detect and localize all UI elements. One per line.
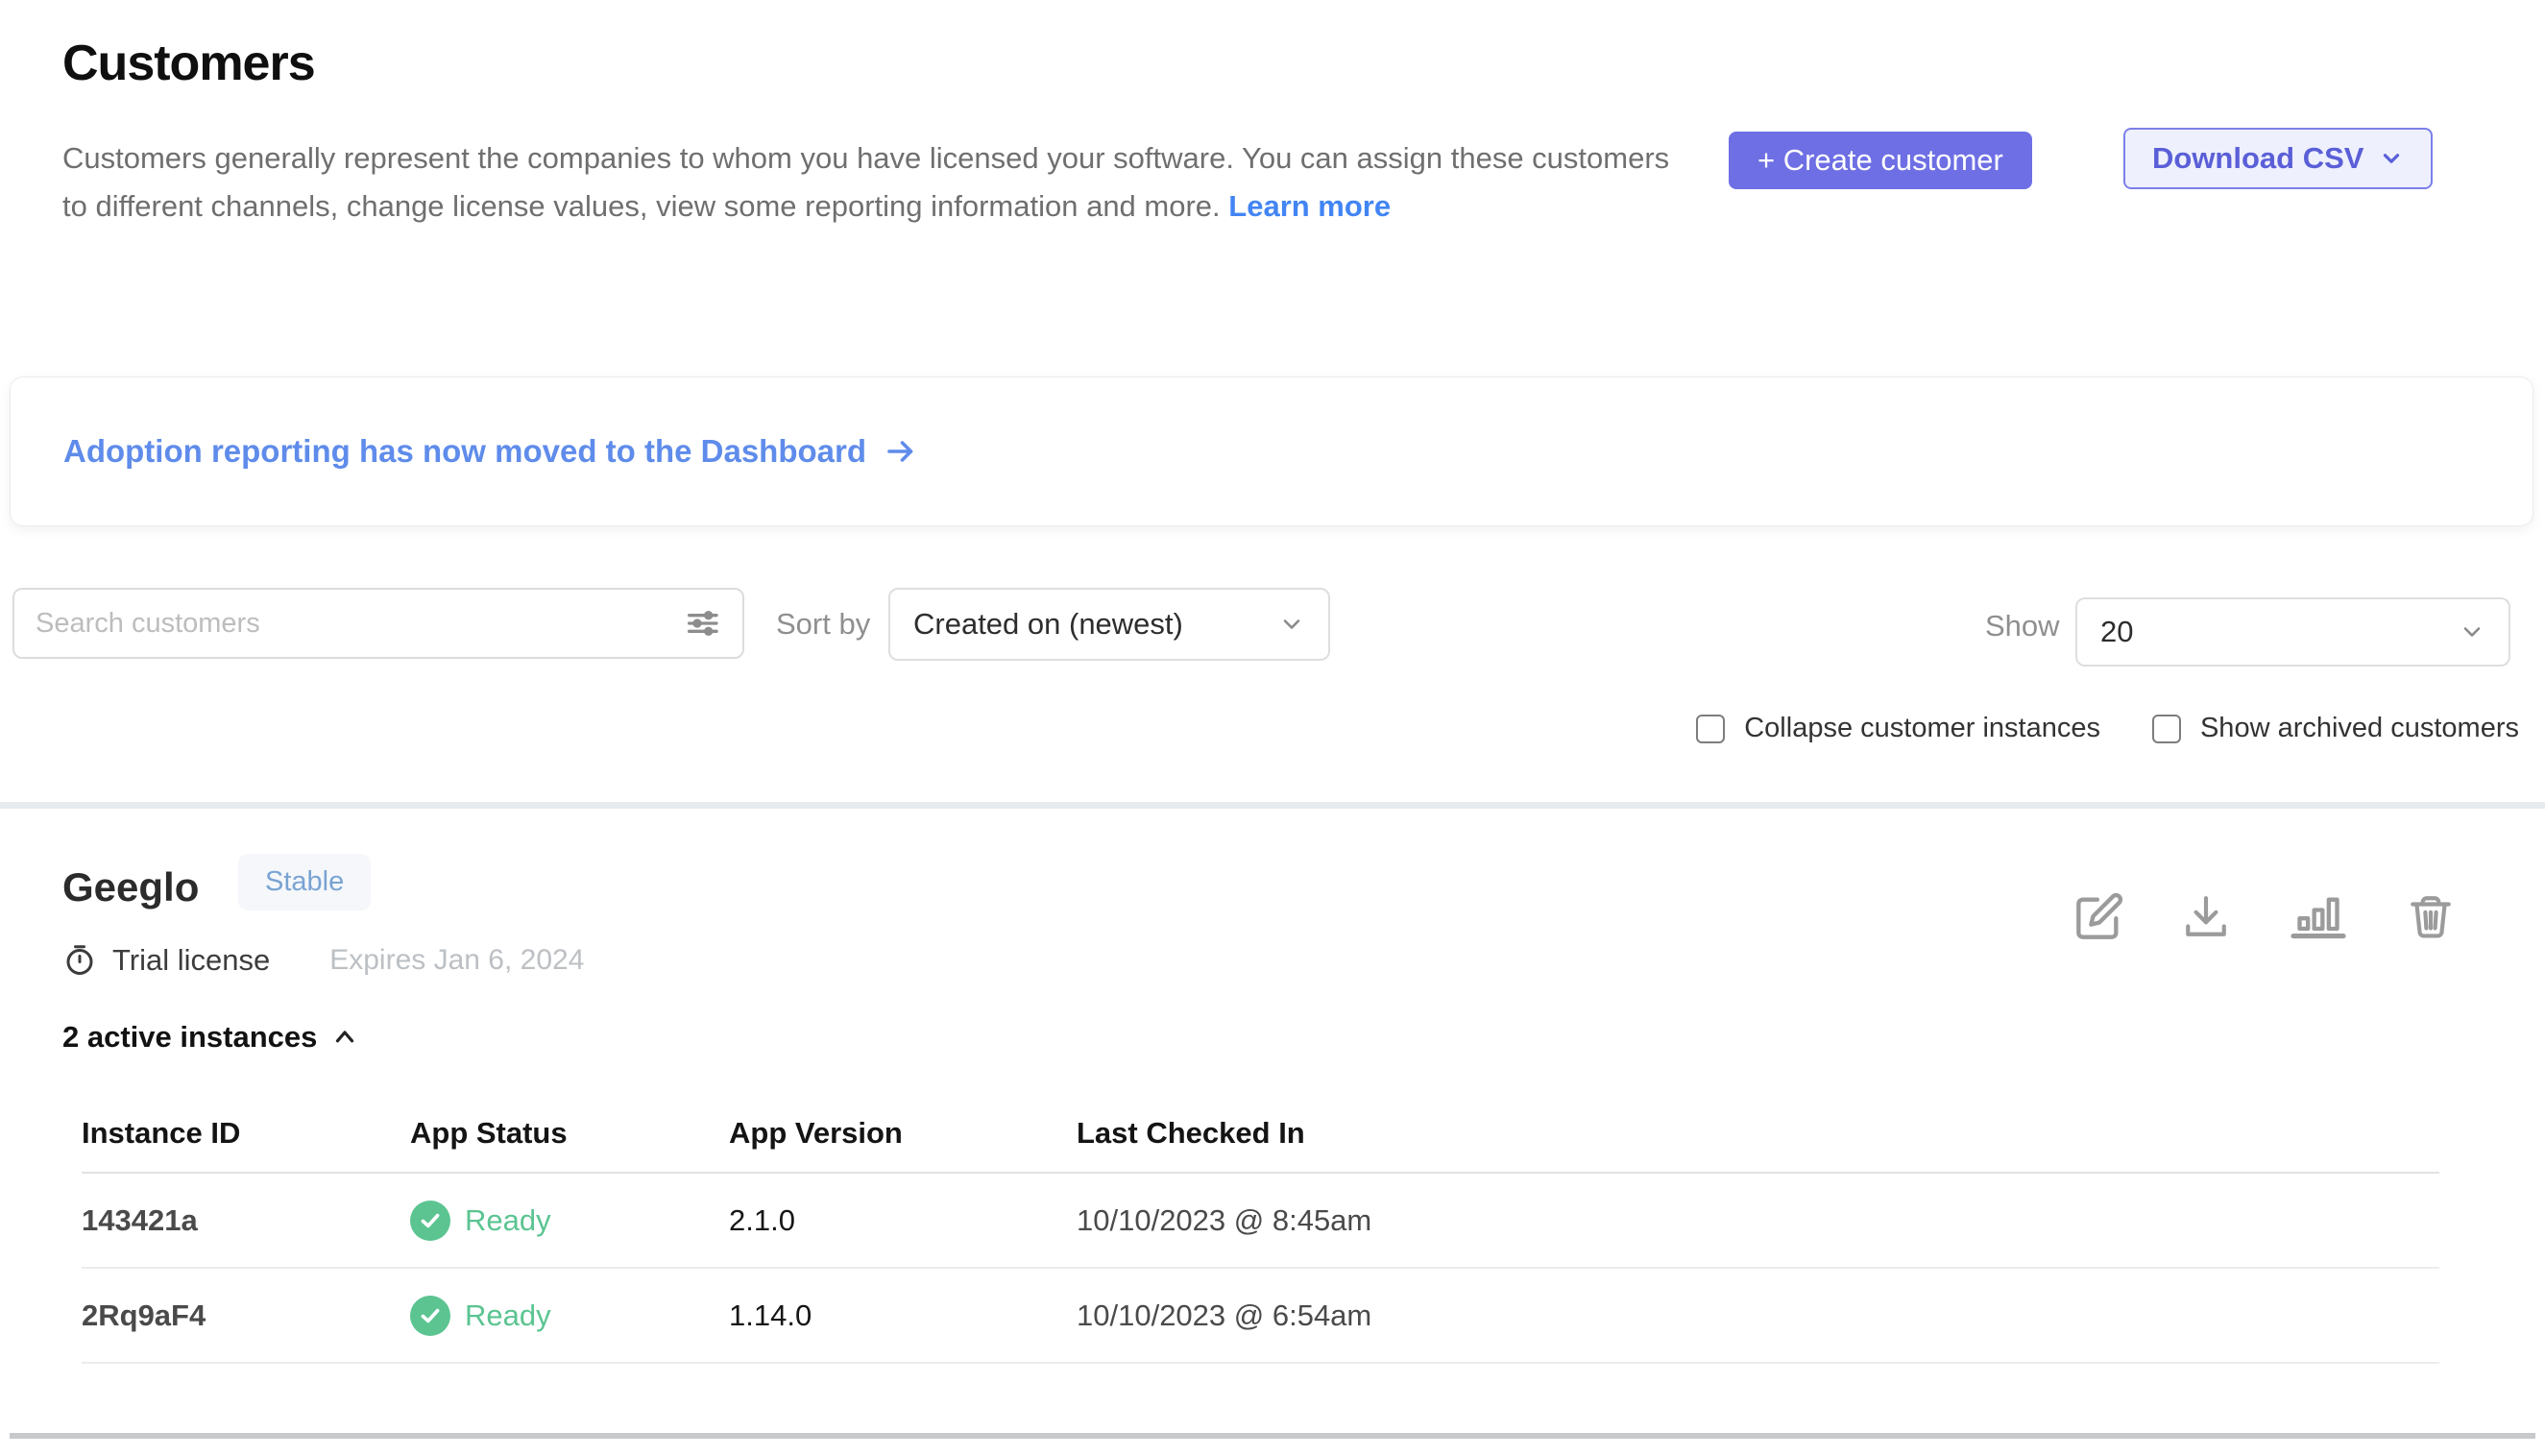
search-customers-box[interactable]	[12, 588, 744, 659]
show-archived-checkbox-group[interactable]: Show archived customers	[2152, 713, 2519, 744]
arrow-right-icon	[884, 434, 918, 469]
collapse-instances-checkbox[interactable]	[1696, 715, 1725, 743]
download-csv-label: Download CSV	[2152, 141, 2363, 176]
table-header-row: Instance ID App Status App Version Last …	[82, 1095, 2439, 1174]
show-select-value: 20	[2100, 615, 2133, 649]
status-check-icon	[410, 1201, 450, 1241]
adoption-reporting-banner[interactable]: Adoption reporting has now moved to the …	[10, 376, 2533, 526]
collapse-instances-label: Collapse customer instances	[1744, 713, 2100, 744]
download-csv-button[interactable]: Download CSV	[2123, 128, 2433, 189]
collapse-instances-checkbox-group[interactable]: Collapse customer instances	[1696, 713, 2100, 744]
learn-more-link[interactable]: Learn more	[1228, 189, 1391, 223]
license-row: Trial license Expires Jan 6, 2024	[62, 943, 584, 978]
last-checked-in: 10/10/2023 @ 6:54am	[1077, 1298, 2439, 1333]
trash-icon[interactable]	[2407, 891, 2455, 941]
status-check-icon	[410, 1296, 450, 1336]
edit-icon[interactable]	[2074, 891, 2124, 941]
customer-actions	[2074, 891, 2455, 941]
license-type: Trial license	[112, 943, 270, 978]
license-expiry: Expires Jan 6, 2024	[329, 944, 584, 977]
filter-sliders-icon[interactable]	[683, 604, 721, 643]
page-description: Customers generally represent the compan…	[62, 134, 1695, 231]
chevron-down-icon	[2459, 619, 2485, 645]
customer-name[interactable]: Geeglo	[62, 864, 199, 910]
active-instances-label: 2 active instances	[62, 1020, 317, 1055]
instances-table: Instance ID App Status App Version Last …	[82, 1095, 2439, 1364]
show-archived-checkbox[interactable]	[2152, 715, 2181, 743]
search-input[interactable]	[36, 608, 683, 640]
sort-by-label: Sort by	[776, 607, 870, 642]
instance-id: 2Rq9aF4	[82, 1298, 410, 1333]
download-icon[interactable]	[2182, 892, 2230, 940]
chart-icon[interactable]	[2288, 891, 2349, 941]
app-status: Ready	[410, 1201, 729, 1241]
app-version: 2.1.0	[729, 1203, 1077, 1238]
create-customer-button[interactable]: + Create customer	[1729, 132, 2032, 189]
instance-id: 143421a	[82, 1203, 410, 1238]
sort-select-value: Created on (newest)	[913, 607, 1183, 642]
header-instance-id: Instance ID	[82, 1116, 410, 1151]
bottom-divider	[10, 1433, 2535, 1439]
sort-select[interactable]: Created on (newest)	[888, 588, 1330, 661]
status-text: Ready	[465, 1298, 551, 1333]
banner-text: Adoption reporting has now moved to the …	[63, 433, 866, 470]
active-instances-toggle[interactable]: 2 active instances	[62, 1020, 359, 1055]
timer-icon	[62, 943, 97, 978]
status-text: Ready	[465, 1203, 551, 1238]
chevron-up-icon	[330, 1023, 359, 1052]
table-row: 143421a Ready 2.1.0 10/10/2023 @ 8:45am	[82, 1174, 2439, 1269]
show-per-page-select[interactable]: 20	[2075, 597, 2510, 667]
app-version: 1.14.0	[729, 1298, 1077, 1333]
last-checked-in: 10/10/2023 @ 8:45am	[1077, 1203, 2439, 1238]
show-label: Show	[1985, 609, 2060, 643]
checkbox-row: Collapse customer instances Show archive…	[1696, 713, 2519, 744]
show-archived-label: Show archived customers	[2200, 713, 2519, 744]
chevron-down-icon	[1278, 611, 1305, 638]
header-app-status: App Status	[410, 1116, 729, 1151]
app-status: Ready	[410, 1296, 729, 1336]
chevron-down-icon	[2379, 146, 2404, 171]
page-description-text: Customers generally represent the compan…	[62, 141, 1669, 223]
section-divider	[0, 802, 2545, 809]
page-title: Customers	[62, 35, 315, 92]
header-app-version: App Version	[729, 1116, 1077, 1151]
header-last-checked-in: Last Checked In	[1077, 1116, 2439, 1151]
table-row: 2Rq9aF4 Ready 1.14.0 10/10/2023 @ 6:54am	[82, 1269, 2439, 1364]
channel-badge: Stable	[238, 854, 371, 910]
